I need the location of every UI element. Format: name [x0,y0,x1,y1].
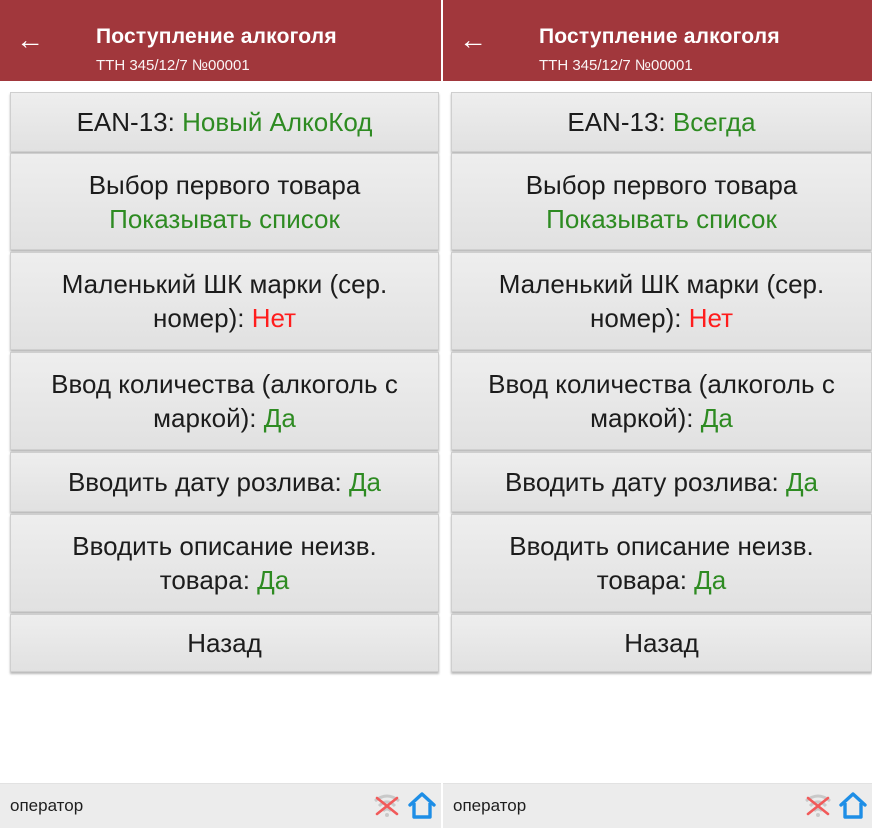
unknown-item-line2: товара: Да [160,563,290,597]
unknown-item-label-line2: товара: [159,565,250,595]
unknown-item-desc-button[interactable]: Вводить описание неизв. товара: Да [10,514,439,612]
screen-right: ← Поступление алкоголя ТТН 345/12/7 №000… [443,0,872,828]
ean13-value: Всегда [672,107,756,137]
quantity-label-line2: маркой): [590,403,694,433]
bottling-date-label: Вводить дату розлива: [67,467,342,497]
quantity-input-button[interactable]: Ввод количества (алкоголь с маркой): Да [10,352,439,450]
home-icon[interactable] [838,791,868,819]
first-item-value: Показывать список [546,203,777,234]
ean13-button[interactable]: EAN-13: Новый АлкоКод [10,92,439,152]
small-barcode-line2: номер): Нет [153,301,296,335]
quantity-value: Да [700,403,733,433]
quantity-input-button[interactable]: Ввод количества (алкоголь с маркой): Да [451,352,872,450]
unknown-item-label-line1: Вводить описание неизв. [509,531,814,561]
operator-label: оператор [453,796,527,815]
unknown-item-line2: товара: Да [597,563,727,597]
quantity-label-line1: Ввод количества (алкоголь с [51,369,398,399]
first-item-button[interactable]: Выбор первого товара Показывать список [10,153,439,250]
ean13-line: EAN-13: Всегда [567,105,755,139]
quantity-label-line2: маркой): [153,403,257,433]
operator-label: оператор [10,796,84,815]
unknown-item-desc-button[interactable]: Вводить описание неизв. товара: Да [451,514,872,612]
app-bar: ← Поступление алкоголя ТТН 345/12/7 №000… [0,0,441,81]
bottling-date-line: Вводить дату розлива: Да [68,465,381,499]
ean13-label: EAN-13: [567,107,666,137]
ean13-label: EAN-13: [76,107,175,137]
back-button-label: Назад [187,628,262,658]
back-button[interactable]: Назад [10,614,439,672]
back-button-label: Назад [624,628,699,658]
wifi-off-icon [374,794,400,817]
small-barcode-label-line2: номер): [589,303,682,333]
page-title: Поступление алкоголя [539,25,780,48]
quantity-line2: маркой): Да [153,401,296,435]
small-barcode-label-line2: номер): [152,303,245,333]
small-barcode-button[interactable]: Маленький ШК марки (сер. номер): Нет [10,252,439,350]
small-barcode-label-line1: Маленький ШК марки (сер. [498,269,825,299]
first-item-button[interactable]: Выбор первого товара Показывать список [451,153,872,250]
arrow-left-icon[interactable]: ← [14,24,46,56]
ean13-line: EAN-13: Новый АлкоКод [77,105,373,139]
unknown-item-label-line2: товара: [596,565,687,595]
small-barcode-value: Нет [688,303,733,333]
first-item-label: Выбор первого товара [525,169,798,200]
app-bar: ← Поступление алкоголя ТТН 345/12/7 №000… [443,0,872,81]
small-barcode-line2: номер): Нет [590,301,733,335]
bottling-date-line: Вводить дату розлива: Да [505,465,818,499]
quantity-line2: маркой): Да [590,401,733,435]
bottling-date-button[interactable]: Вводить дату розлива: Да [10,452,439,512]
small-barcode-label-line1: Маленький ШК марки (сер. [61,269,388,299]
small-barcode-value: Нет [251,303,296,333]
unknown-item-value: Да [257,565,290,595]
bottling-date-label: Вводить дату розлива: [504,467,779,497]
page-subtitle: ТТН 345/12/7 №00001 [96,57,250,74]
arrow-left-icon[interactable]: ← [457,24,489,56]
bottling-date-button[interactable]: Вводить дату розлива: Да [451,452,872,512]
quantity-value: Да [263,403,296,433]
bottling-date-value: Да [785,467,819,497]
home-icon[interactable] [407,791,437,819]
bottling-date-value: Да [348,467,382,497]
wifi-off-icon [805,794,831,817]
small-barcode-button[interactable]: Маленький ШК марки (сер. номер): Нет [451,252,872,350]
quantity-label-line1: Ввод количества (алкоголь с [488,369,835,399]
first-item-label: Выбор первого товара [88,169,361,200]
ean13-value: Новый АлкоКод [182,107,373,137]
screen-left: ← Поступление алкоголя ТТН 345/12/7 №000… [0,0,441,828]
page-subtitle: ТТН 345/12/7 №00001 [539,57,693,74]
back-button[interactable]: Назад [451,614,872,672]
ean13-button[interactable]: EAN-13: Всегда [451,92,872,152]
status-bar: оператор [443,783,872,828]
unknown-item-value: Да [694,565,727,595]
page-title: Поступление алкоголя [96,25,337,48]
first-item-value: Показывать список [109,203,340,234]
unknown-item-label-line1: Вводить описание неизв. [72,531,377,561]
status-bar: оператор [0,783,441,828]
